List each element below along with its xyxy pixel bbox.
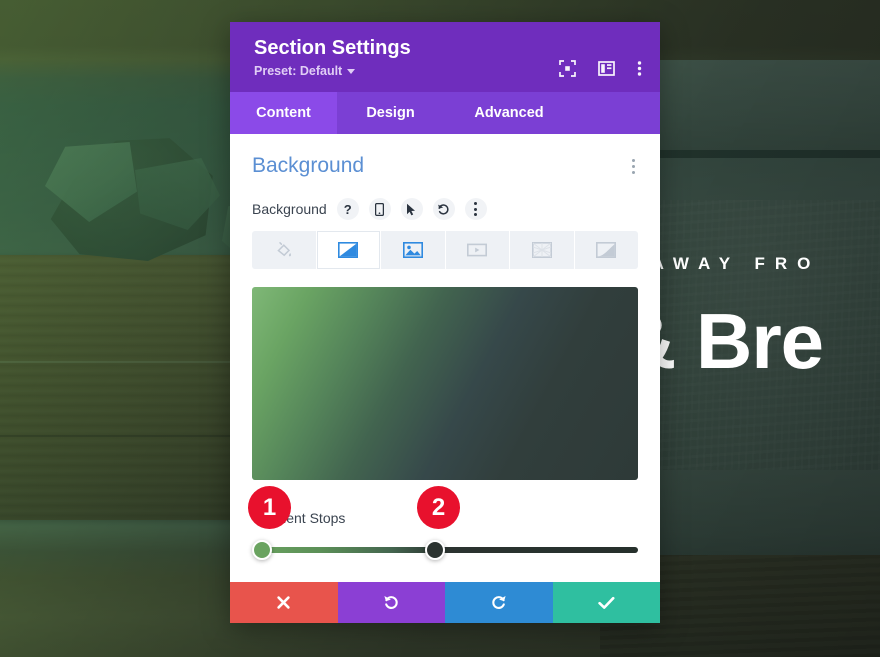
background-pattern-button[interactable] [510, 231, 575, 269]
hover-cursor-icon[interactable] [400, 198, 423, 220]
background-image-button[interactable] [381, 231, 446, 269]
undo-button[interactable] [337, 582, 445, 623]
gradient-stops-track[interactable] [252, 547, 638, 553]
background-color-button[interactable] [252, 231, 317, 269]
chevron-down-icon [347, 68, 356, 74]
background-video-button[interactable] [446, 231, 510, 269]
section-settings-modal: Section Settings Preset: Default Content… [230, 22, 660, 623]
gradient-preview[interactable] [252, 287, 638, 480]
background-type-selector [252, 231, 638, 269]
preset-selector[interactable]: Preset: Default [254, 64, 356, 78]
preset-label: Preset: Default [254, 64, 343, 78]
cancel-button[interactable] [230, 582, 338, 623]
section-title: Background [252, 154, 365, 177]
gradient-stop-handle-1[interactable] [252, 540, 272, 560]
header-icon-group [559, 60, 642, 77]
fullscreen-icon[interactable] [559, 60, 576, 77]
background-mask-button[interactable] [575, 231, 639, 269]
modal-tab-bar: Content Design Advanced [230, 92, 660, 134]
tab-design[interactable]: Design [337, 92, 444, 134]
background-field-row: Background ? [252, 198, 638, 220]
modal-body: Background Background ? Gradient Stops [230, 134, 660, 582]
reset-icon[interactable] [432, 198, 455, 220]
gradient-stop-handle-2[interactable] [425, 540, 445, 560]
more-options-icon[interactable] [637, 60, 642, 77]
layout-panel-icon[interactable] [598, 60, 615, 77]
page-title: Section Settings [254, 37, 411, 59]
save-button[interactable] [552, 582, 660, 623]
field-more-icon[interactable] [464, 198, 487, 220]
modal-footer [230, 582, 660, 623]
help-icon[interactable]: ? [336, 198, 359, 220]
modal-header: Section Settings Preset: Default [230, 22, 660, 92]
responsive-mobile-icon[interactable] [368, 198, 391, 220]
redo-button[interactable] [445, 582, 553, 623]
gradient-stops-label: Gradient Stops [252, 510, 346, 526]
tab-content[interactable]: Content [230, 92, 337, 134]
tab-advanced[interactable]: Advanced [444, 92, 574, 134]
background-gradient-button[interactable] [316, 231, 381, 269]
background-section-header: Background [252, 154, 638, 178]
background-field-label: Background [252, 201, 327, 217]
gradient-stops-slider[interactable] [252, 540, 638, 560]
section-more-icon[interactable] [629, 156, 638, 177]
